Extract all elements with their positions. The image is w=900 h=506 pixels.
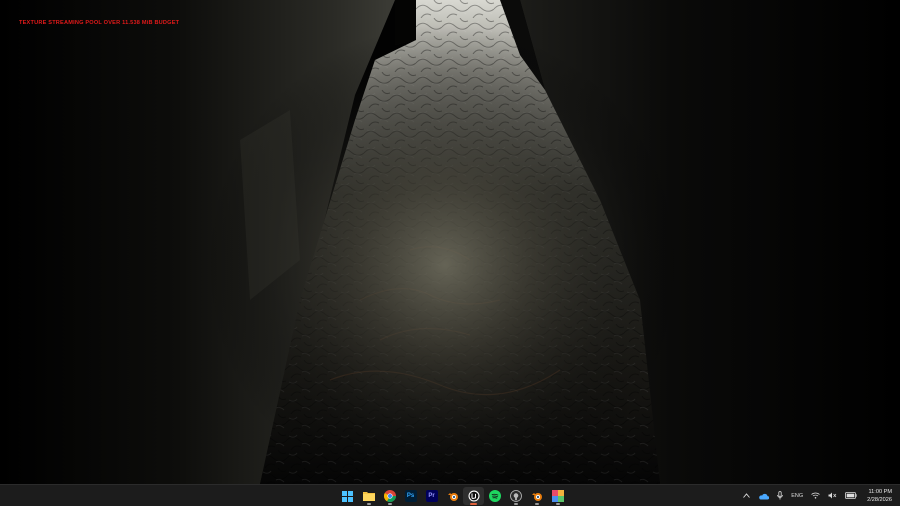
taskbar-github[interactable] [505,487,526,505]
onedrive-icon[interactable] [758,492,770,500]
taskbar-unreal-engine[interactable] [463,487,484,505]
premiere-icon: Pr [425,490,438,502]
taskbar-premiere[interactable]: Pr [421,487,442,505]
taskbar-paint-app[interactable] [547,487,568,505]
microphone-icon[interactable] [777,491,783,500]
system-tray: ENG 11:00 PM 2/28/2026 [739,485,900,506]
taskbar: Ps Pr ENG 11:00 PM 2/28/2026 [0,484,900,506]
game-viewport[interactable]: TEXTURE STREAMING POOL OVER 11.538 MiB B… [0,0,900,484]
clock[interactable]: 11:00 PM 2/28/2026 [867,488,892,504]
clock-date: 2/28/2026 [867,496,892,503]
windows-start-icon [342,490,354,502]
speaker-icon[interactable] [828,492,837,499]
taskbar-blender[interactable] [442,487,463,505]
spotify-icon [488,490,501,502]
corridor-scene [0,0,900,484]
running-indicator [555,503,560,505]
active-indicator [470,503,477,505]
paint-app-icon [551,490,564,502]
chevron-up-icon[interactable] [743,493,751,498]
running-indicator [366,503,371,505]
battery-icon[interactable] [845,492,857,499]
blender-icon [447,490,459,502]
taskbar-photoshop[interactable]: Ps [400,487,421,505]
folder-icon [362,490,375,502]
texture-budget-warning: TEXTURE STREAMING POOL OVER 11.538 MiB B… [19,20,180,26]
github-icon [509,490,522,502]
taskbar-chrome[interactable] [379,487,400,505]
blender-icon [531,490,543,502]
taskbar-blender-2[interactable] [526,487,547,505]
taskbar-apps: Ps Pr [337,487,568,505]
wifi-icon[interactable] [811,492,820,499]
running-indicator [387,503,392,505]
taskbar-file-explorer[interactable] [358,487,379,505]
photoshop-icon: Ps [404,490,417,502]
unreal-engine-icon [468,490,480,502]
clock-time: 11:00 PM [868,488,892,495]
running-indicator [513,503,518,505]
taskbar-spotify[interactable] [484,487,505,505]
language-indicator[interactable]: ENG [791,493,803,499]
taskbar-start-button[interactable] [337,487,358,505]
chrome-icon [383,490,396,502]
running-indicator [534,503,539,505]
